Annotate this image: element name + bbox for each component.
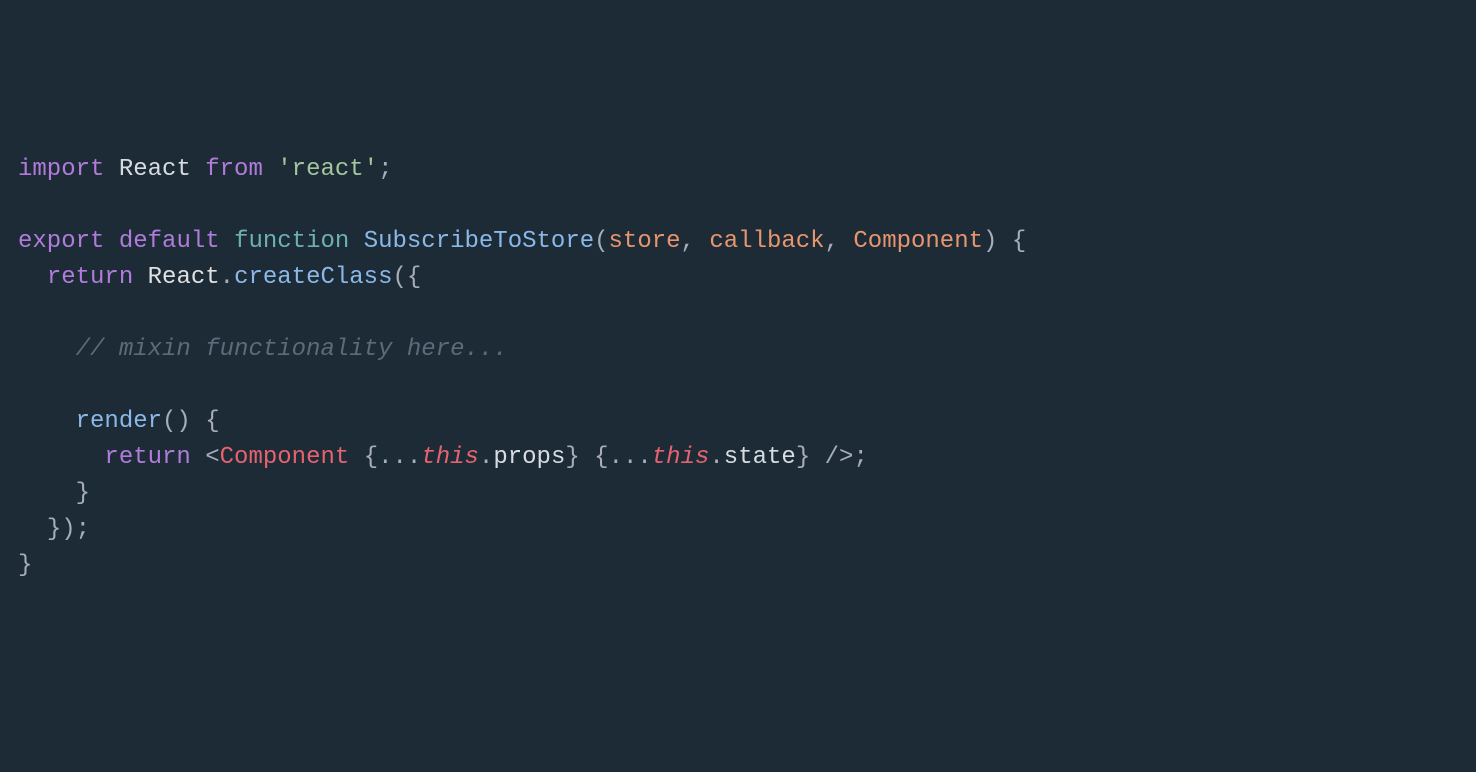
semicolon: ; — [378, 156, 392, 183]
keyword-return: return — [47, 264, 133, 291]
semicolon: ; — [853, 444, 867, 471]
keyword-import: import — [18, 156, 104, 183]
keyword-return: return — [104, 444, 190, 471]
param-component: Component — [853, 228, 983, 255]
code-line-4: return React.createClass({ — [18, 264, 421, 291]
code-line-1: import React from 'react'; — [18, 156, 393, 183]
keyword-this: this — [652, 444, 710, 471]
code-line-10: } — [18, 480, 90, 507]
rparen: ) — [983, 228, 997, 255]
identifier-react: React — [148, 264, 220, 291]
code-editor[interactable]: import React from 'react'; export defaul… — [18, 152, 1458, 584]
dot: . — [709, 444, 723, 471]
keyword-from: from — [205, 156, 263, 183]
jsx-component: Component — [220, 444, 350, 471]
jsx-close: /> — [825, 444, 854, 471]
string-literal: 'react' — [277, 156, 378, 183]
param-store: store — [609, 228, 681, 255]
lparen: ( — [594, 228, 608, 255]
method-createclass: createClass — [234, 264, 392, 291]
lbrace: { — [1012, 228, 1026, 255]
param-callback: callback — [709, 228, 824, 255]
function-name: SubscribeToStore — [364, 228, 594, 255]
lbrace: { — [594, 444, 608, 471]
lbrace: { — [407, 264, 421, 291]
code-line-3: export default function SubscribeToStore… — [18, 228, 1026, 255]
rbrace: } — [565, 444, 579, 471]
property-props: props — [493, 444, 565, 471]
code-line-9: return <Component {...this.props} {...th… — [18, 444, 868, 471]
spread: ... — [378, 444, 421, 471]
code-line-8: render() { — [18, 408, 220, 435]
rbrace: } — [18, 552, 32, 579]
identifier-react: React — [119, 156, 191, 183]
property-state: state — [724, 444, 796, 471]
code-line-6: // mixin functionality here... — [18, 336, 508, 363]
lbrace: { — [205, 408, 219, 435]
lbrace: { — [364, 444, 378, 471]
close-call: }); — [47, 516, 90, 543]
lt: < — [205, 444, 219, 471]
keyword-function: function — [234, 228, 349, 255]
parens: () — [162, 408, 191, 435]
lparen: ( — [393, 264, 407, 291]
dot: . — [220, 264, 234, 291]
comma: , — [681, 228, 695, 255]
keyword-this: this — [421, 444, 479, 471]
keyword-default: default — [119, 228, 220, 255]
code-line-11: }); — [18, 516, 90, 543]
method-render: render — [76, 408, 162, 435]
rbrace: } — [796, 444, 810, 471]
dot: . — [479, 444, 493, 471]
spread: ... — [609, 444, 652, 471]
keyword-export: export — [18, 228, 104, 255]
comment: // mixin functionality here... — [76, 336, 508, 363]
code-line-12: } — [18, 552, 32, 579]
rbrace: } — [76, 480, 90, 507]
comma: , — [825, 228, 839, 255]
